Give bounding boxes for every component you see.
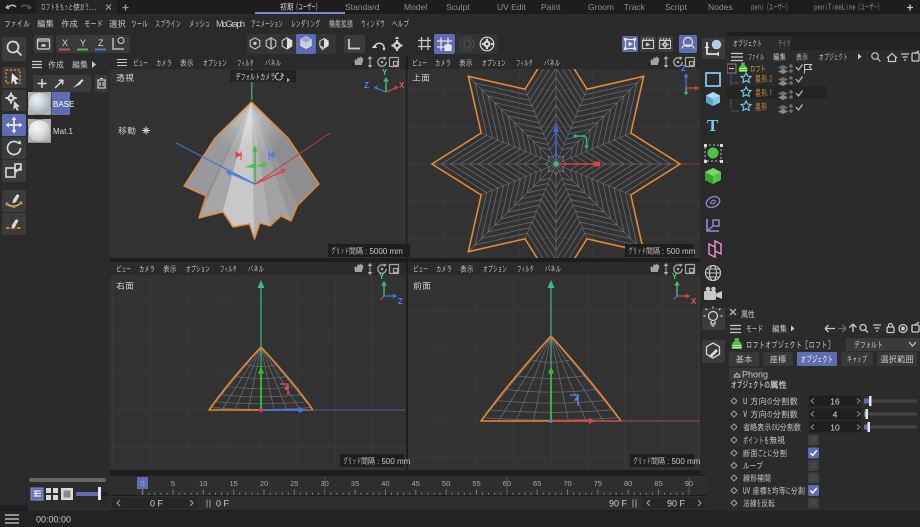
svg-text:: 500 mm: : 500 mm bbox=[662, 247, 696, 256]
svg-text:Nodes: Nodes bbox=[708, 2, 733, 12]
svg-text:MoGraph: MoGraph bbox=[216, 19, 245, 29]
svg-text:Track: Track bbox=[624, 2, 646, 12]
svg-text:Script: Script bbox=[665, 2, 687, 12]
svg-text:: 500 mm: : 500 mm bbox=[667, 457, 701, 466]
svg-text:Mat.1: Mat.1 bbox=[53, 127, 74, 136]
svg-text:X: X bbox=[691, 297, 697, 306]
svg-text:90 F: 90 F bbox=[667, 499, 686, 509]
svg-text:Phong: Phong bbox=[742, 370, 768, 380]
svg-text:90 F: 90 F bbox=[609, 499, 628, 509]
svg-text:00:00:00: 00:00:00 bbox=[36, 515, 71, 525]
svg-text:X: X bbox=[399, 81, 405, 90]
svg-text:Y: Y bbox=[382, 68, 388, 77]
svg-text:70: 70 bbox=[563, 479, 571, 488]
svg-text:16: 16 bbox=[830, 397, 840, 407]
svg-text:Paint: Paint bbox=[541, 2, 561, 12]
svg-text:55: 55 bbox=[472, 479, 480, 488]
svg-text:35: 35 bbox=[351, 479, 359, 488]
svg-text:Y: Y bbox=[80, 38, 86, 48]
svg-text:Z: Z bbox=[398, 297, 403, 306]
svg-text:65: 65 bbox=[533, 479, 541, 488]
svg-text:Sculpt: Sculpt bbox=[446, 2, 470, 12]
svg-text:15: 15 bbox=[230, 479, 238, 488]
svg-text:Z: Z bbox=[681, 64, 686, 73]
svg-text:0: 0 bbox=[141, 479, 145, 488]
svg-text:80: 80 bbox=[624, 479, 632, 488]
svg-text:Groom: Groom bbox=[588, 2, 614, 12]
svg-text:Y: Y bbox=[379, 272, 385, 281]
svg-text:5: 5 bbox=[171, 479, 175, 488]
svg-text:T: T bbox=[707, 116, 719, 135]
svg-text:20: 20 bbox=[260, 479, 268, 488]
svg-text:25: 25 bbox=[290, 479, 298, 488]
svg-text:50: 50 bbox=[442, 479, 450, 488]
svg-text:Standard: Standard bbox=[345, 2, 380, 12]
svg-text:X: X bbox=[62, 38, 68, 48]
svg-text:85: 85 bbox=[654, 479, 662, 488]
svg-text:40: 40 bbox=[381, 479, 389, 488]
svg-text:BASE: BASE bbox=[53, 100, 74, 109]
svg-text:45: 45 bbox=[412, 479, 420, 488]
svg-text:4: 4 bbox=[833, 410, 838, 420]
svg-text:Y: Y bbox=[672, 272, 678, 281]
svg-text:Z: Z bbox=[364, 81, 369, 90]
svg-text:: 500 mm: : 500 mm bbox=[377, 457, 411, 466]
svg-text:0 F: 0 F bbox=[216, 499, 230, 509]
svg-text:0 F: 0 F bbox=[150, 499, 164, 509]
svg-text:10: 10 bbox=[830, 423, 840, 433]
svg-text:Z: Z bbox=[98, 38, 104, 48]
svg-text:75: 75 bbox=[594, 479, 602, 488]
svg-text:: 5000 mm: : 5000 mm bbox=[365, 247, 403, 256]
svg-text:Model: Model bbox=[404, 2, 427, 12]
svg-text:UV Edit: UV Edit bbox=[497, 2, 526, 12]
svg-text:10: 10 bbox=[199, 479, 207, 488]
